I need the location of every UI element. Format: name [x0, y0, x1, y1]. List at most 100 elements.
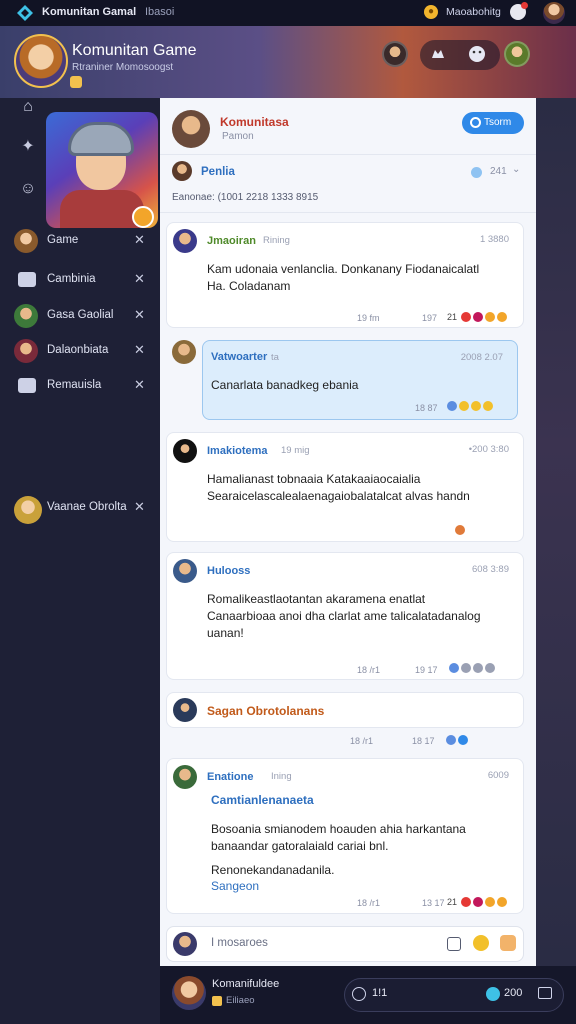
badge-icon — [70, 76, 82, 88]
message-body: Bosoania smianodem hoauden ahia harkanta… — [211, 822, 466, 853]
ghost-icon[interactable]: ☺ — [18, 180, 38, 198]
message-footer: 19 fm — [357, 313, 380, 323]
coin-icon: ● — [424, 5, 438, 19]
chat-icon — [18, 378, 36, 393]
community-avatar — [172, 110, 210, 148]
section-label[interactable]: Ibasoi — [145, 6, 174, 18]
sidebar-item-label: Gasa Gaolial — [47, 309, 114, 321]
bottom-bar: Komanifuldee Eiliaeo 1!1 200 — [160, 966, 576, 1024]
avatar — [173, 932, 197, 956]
message-footer: 18 /r1 — [357, 665, 381, 675]
message-body: Romalikeastlaotantan akaramena enatlat C… — [207, 592, 481, 640]
top-bar: Komunitan Gamal Ibasoi ● Maoabohitg — [0, 0, 576, 26]
message-meta: 6009 — [487, 770, 509, 781]
game-cover[interactable] — [46, 112, 158, 228]
message-body: Renonekandanadanila. — [211, 863, 335, 877]
message-time: Rining — [263, 235, 290, 246]
message-time: 19 mig — [281, 445, 310, 456]
reactions[interactable] — [461, 897, 507, 907]
sidebar-item-game[interactable]: Game ✕ — [14, 229, 154, 253]
message-card[interactable]: Hulooss 608 3:89 Romalikeastlaotantan ak… — [166, 552, 524, 680]
join-button[interactable]: Tsorm — [462, 112, 524, 134]
message-subtitle: Camtianlenanaeta — [211, 793, 314, 807]
clock-icon[interactable] — [352, 987, 366, 1001]
divider — [160, 154, 536, 155]
reactions[interactable] — [447, 401, 493, 411]
badge-icon — [212, 996, 222, 1006]
community-subtitle: Rtraniner Momosoogst — [72, 62, 174, 73]
puzzle-icon[interactable]: ✦ — [18, 136, 38, 155]
close-icon[interactable]: ✕ — [134, 271, 145, 287]
avatar — [14, 304, 38, 328]
sticker-icon[interactable] — [500, 935, 516, 951]
sidebar-item-vaanae[interactable]: Vaanae Obrolta ✕ — [14, 496, 154, 526]
message-time: ta — [271, 352, 279, 363]
emoji-icon[interactable] — [473, 935, 489, 951]
avatar — [173, 559, 197, 583]
sidebar-item-dalaonbiata[interactable]: Dalaonbiata ✕ — [14, 339, 154, 363]
close-icon[interactable]: ✕ — [134, 499, 145, 515]
message-author[interactable]: Enatione — [207, 771, 253, 783]
avatar — [173, 765, 197, 789]
pill-value: 1!1 — [372, 987, 388, 999]
sidebar-item-remauisla[interactable]: Remauisla ✕ — [14, 374, 154, 398]
reactions[interactable] — [446, 735, 468, 745]
close-icon[interactable]: ✕ — [134, 232, 145, 248]
message-footer: 19 17 — [415, 665, 438, 675]
message-footer: 18 /r1 — [350, 736, 374, 746]
message-author[interactable]: Jmaoiran — [207, 235, 256, 247]
message-input[interactable]: I mosaroes — [211, 937, 268, 949]
message-author[interactable]: Hulooss — [207, 565, 250, 577]
message-composer[interactable]: I mosaroes — [166, 926, 524, 962]
reactions[interactable] — [461, 312, 507, 322]
message-card-highlighted[interactable]: Vatwoarter ta 2008 2.07 Canarlata banadk… — [202, 340, 518, 420]
divider — [160, 212, 536, 213]
avatar — [14, 339, 38, 363]
message-footer: 18 87 — [415, 403, 438, 413]
message-body: Canarlata banadkeg ebania — [211, 378, 359, 392]
message-card[interactable]: Imakiotema 19 mig •200 3:80 Hamalianast … — [166, 432, 524, 542]
chevron-down-icon[interactable]: ⌄ — [512, 164, 520, 175]
message-author[interactable]: Imakiotema — [207, 445, 268, 457]
user-avatar[interactable] — [172, 976, 206, 1010]
message-meta: 608 3:89 — [472, 564, 509, 575]
message-card[interactable]: Jmaoiran Rining 1 3880 Kam udonaia venla… — [166, 222, 524, 328]
member-avatar[interactable] — [504, 41, 530, 67]
reaction-count: 21 — [447, 897, 458, 907]
row-title[interactable]: Penlia — [201, 166, 235, 178]
community-header: Komunitan Game Rtraniner Momosoogst — [0, 26, 576, 98]
reactions[interactable] — [449, 663, 495, 673]
sidebar-item-label: Vaanae Obrolta — [47, 501, 127, 513]
message-footer: 197 — [422, 313, 438, 323]
home-icon[interactable]: ⌂ — [18, 98, 38, 116]
chat-panel: Komunitasa Pamon Tsorm Penlia 241 ⌄ Eano… — [160, 98, 536, 966]
window-icon[interactable] — [538, 987, 552, 999]
message-author[interactable]: Vatwoarter — [211, 351, 267, 363]
community-avatar — [14, 34, 68, 88]
chat-icon — [18, 272, 36, 287]
close-icon[interactable]: ✕ — [134, 377, 145, 393]
user-status: Eiliaeo — [226, 995, 255, 1006]
controller-icon[interactable] — [430, 46, 446, 62]
avatar — [173, 439, 197, 463]
meta-line: Eanonae: (1001 2218 1333 8915 — [172, 192, 319, 203]
image-icon[interactable] — [447, 937, 461, 951]
reaction-count: 21 — [447, 312, 458, 322]
close-icon[interactable]: ✕ — [134, 307, 145, 323]
message-footer: 18 17 — [412, 736, 435, 746]
face-icon[interactable] — [468, 45, 486, 63]
reactions[interactable] — [455, 525, 465, 535]
sidebar-item-label: Dalaonbiata — [47, 344, 109, 356]
user-avatar[interactable] — [543, 2, 565, 24]
message-meta: 2008 2.07 — [460, 352, 503, 363]
sidebar-item-gasa[interactable]: Gasa Gaolial ✕ — [14, 304, 154, 328]
notification-icon[interactable] — [510, 2, 528, 20]
app-name: Komunitan Gamal — [42, 6, 137, 18]
message-card[interactable]: Sagan Obrotolanans — [166, 692, 524, 728]
close-icon[interactable]: ✕ — [134, 342, 145, 358]
message-card[interactable]: Enatione Ining 6009 Camtianlenanaeta Bos… — [166, 758, 524, 914]
join-button-label: Tsorm — [484, 117, 512, 128]
sidebar-item-cambinia[interactable]: Cambinia ✕ — [14, 268, 154, 292]
member-avatar[interactable] — [382, 41, 408, 67]
background-panel — [536, 98, 576, 966]
